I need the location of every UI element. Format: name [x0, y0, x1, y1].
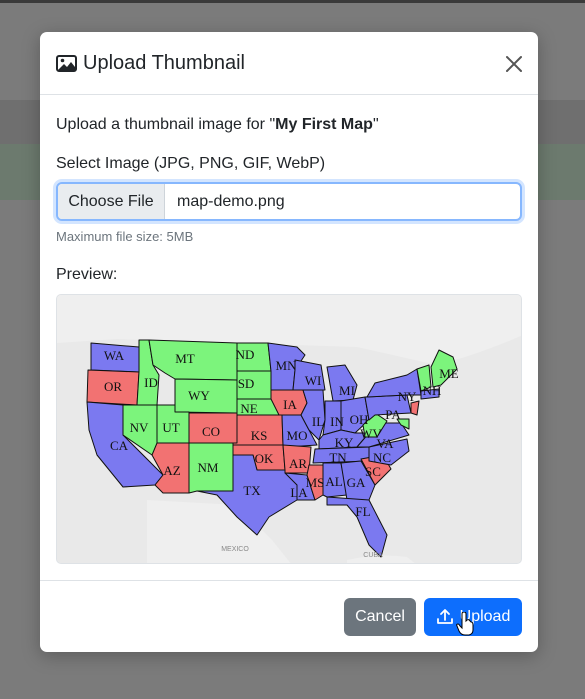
file-input[interactable]: Choose File map-demo.png: [56, 182, 522, 221]
state-label-ca: CA: [110, 438, 129, 453]
state-label-id: ID: [144, 375, 158, 390]
state-label-pa: PA: [385, 407, 401, 422]
state-label-in: IN: [330, 414, 344, 429]
state-label-nd: ND: [236, 347, 255, 362]
state-label-ms: MS: [306, 475, 325, 490]
state-label-ny: NY: [398, 389, 417, 404]
close-icon[interactable]: [502, 52, 526, 76]
state-label-mo: MO: [287, 428, 308, 443]
state-label-ne: NE: [240, 401, 257, 416]
place-label-mexico: MEXICO: [221, 546, 249, 553]
state-label-sd: SD: [238, 376, 255, 391]
state-label-me: ME: [439, 366, 459, 381]
state-label-tx: TX: [243, 483, 261, 498]
preview-label: Preview:: [56, 266, 118, 283]
cancel-button[interactable]: Cancel: [344, 598, 416, 636]
upload-icon: [436, 609, 453, 624]
map-name: My First Map: [275, 116, 373, 133]
state-label-sc: SC: [365, 464, 381, 479]
modal-header: Upload Thumbnail: [40, 32, 538, 95]
selected-file-name: map-demo.png: [177, 192, 285, 210]
file-size-help: Maximum file size: 5MB: [56, 229, 194, 244]
background-topbar: [0, 0, 585, 3]
place-label-cuba: CUBA: [363, 552, 383, 559]
state-label-nm: NM: [198, 460, 219, 475]
state-label-nh: NH: [423, 383, 442, 398]
state-label-ok: OK: [255, 451, 274, 466]
state-label-wi: WI: [305, 373, 322, 388]
state-label-nc: NC: [373, 450, 391, 465]
state-label-il: IL: [312, 414, 324, 429]
state-label-ar: AR: [289, 456, 307, 471]
state-label-ut: UT: [162, 420, 179, 435]
state-label-mi: MI: [339, 383, 355, 398]
choose-file-button[interactable]: Choose File: [58, 184, 165, 219]
state-label-wy: WY: [188, 388, 210, 403]
intro-text: Upload a thumbnail image for "My First M…: [56, 116, 379, 133]
thumbnail-preview: WA OR CA ID NV MT WY UT AZ CO NM ND SD N…: [56, 294, 522, 564]
state-label-ks: KS: [251, 428, 268, 443]
state-label-co: CO: [202, 424, 220, 439]
state-label-wv: WV: [360, 426, 382, 441]
state-label-nv: NV: [130, 420, 149, 435]
image-icon: [56, 54, 77, 72]
state-label-mn: MN: [276, 358, 298, 373]
state-label-ky: KY: [335, 435, 354, 450]
state-label-ia: IA: [283, 397, 297, 412]
state-label-fl: FL: [355, 504, 370, 519]
select-image-label: Select Image (JPG, PNG, GIF, WebP): [56, 155, 326, 172]
hand-cursor-icon: [456, 612, 474, 636]
modal-title: Upload Thumbnail: [83, 51, 245, 74]
us-map-image: WA OR CA ID NV MT WY UT AZ CO NM ND SD N…: [57, 295, 521, 563]
state-label-or: OR: [104, 379, 122, 394]
state-label-az: AZ: [163, 463, 180, 478]
state-label-al: AL: [325, 474, 342, 489]
state-label-tn: TN: [329, 450, 347, 465]
state-label-ga: GA: [347, 475, 366, 490]
upload-thumbnail-modal: Upload Thumbnail Upload a thumbnail imag…: [40, 32, 538, 652]
state-label-mt: MT: [175, 351, 195, 366]
state-label-wa: WA: [104, 348, 125, 363]
state-label-oh: OH: [350, 412, 369, 427]
